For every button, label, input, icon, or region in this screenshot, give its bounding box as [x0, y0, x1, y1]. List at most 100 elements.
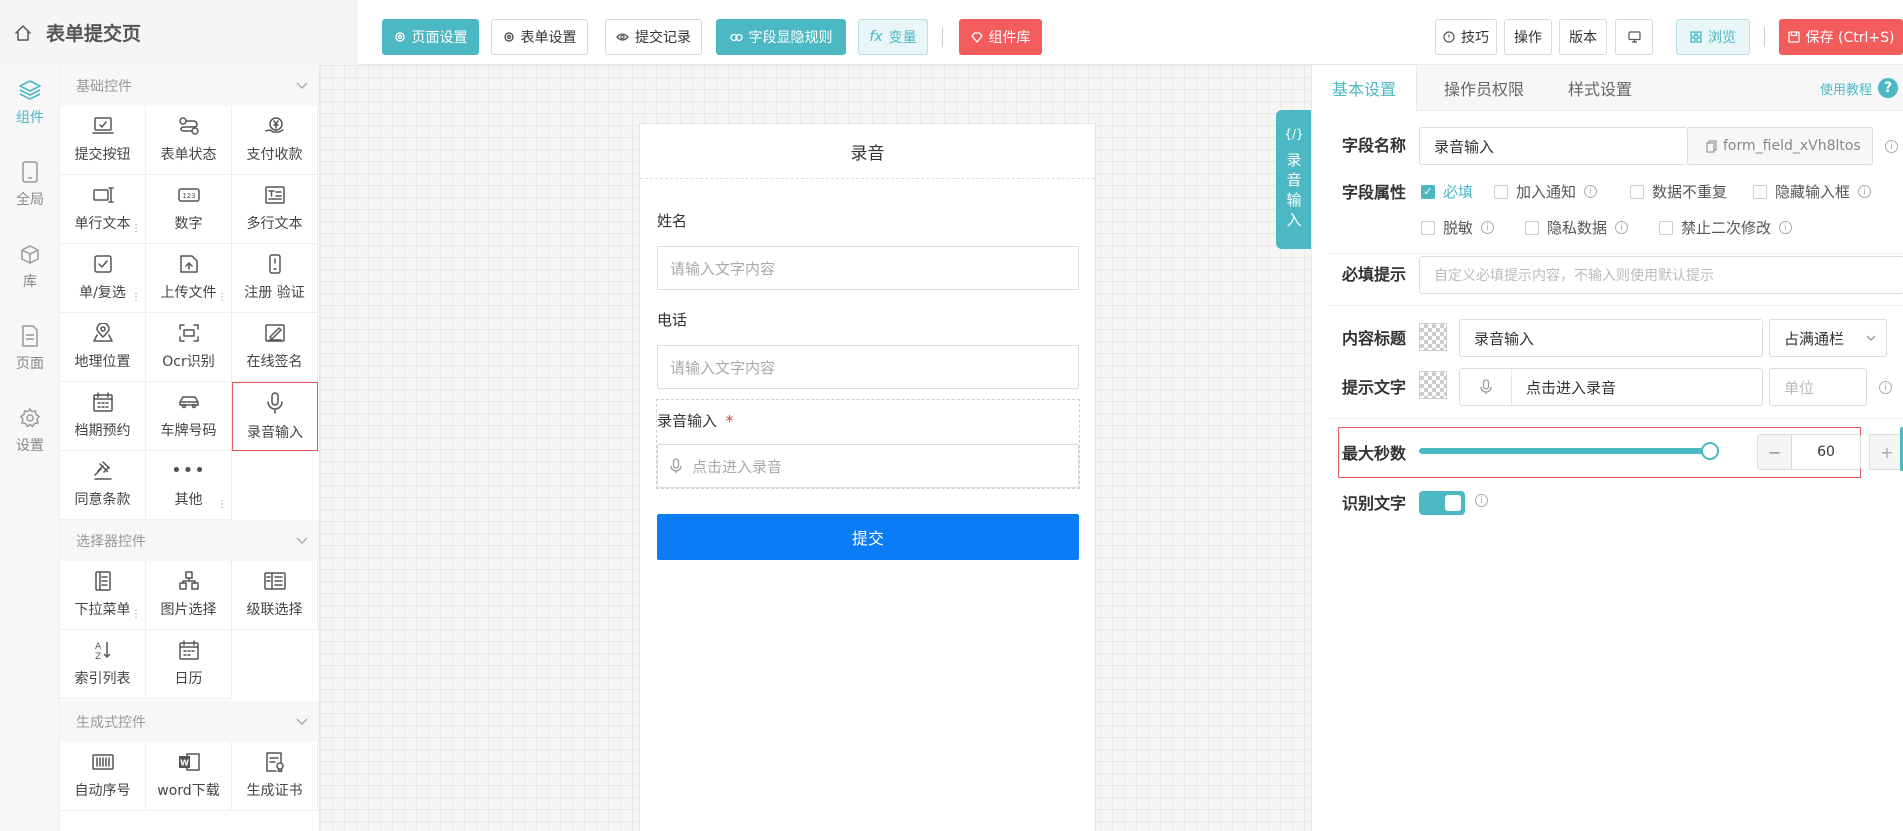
home-icon[interactable]	[14, 24, 32, 42]
box-icon	[19, 243, 41, 265]
field-rules-button[interactable]: 字段显隐规则	[716, 19, 846, 55]
color-picker[interactable]	[1419, 323, 1447, 351]
mic-icon	[1460, 369, 1512, 405]
submit-records-button[interactable]: 提交记录	[605, 19, 702, 55]
nav-item-settings[interactable]: 设置	[0, 407, 60, 477]
checkbox-no-edit[interactable]: 禁止二次修改 i	[1659, 217, 1793, 238]
plus-icon[interactable]: +	[1869, 434, 1903, 470]
section-header-basic[interactable]: 基础控件	[60, 65, 319, 106]
field-name-input[interactable]: 录音输入	[1419, 127, 1688, 165]
variables-button[interactable]: fx 变量	[858, 19, 928, 55]
palette-item-upload[interactable]: 上传文件 ⋮	[146, 244, 232, 313]
design-canvas[interactable]: 录音 姓名 请输入文字内容 电话 请输入文字内容 录音输入 * 点击进入录音 提…	[320, 65, 1312, 831]
palette-item-number[interactable]: 123 数字	[146, 175, 232, 244]
palette-item-register-verify[interactable]: 注册 验证	[232, 244, 318, 313]
info-icon[interactable]: i	[1779, 221, 1793, 234]
hint-text-input[interactable]: 点击进入录音	[1459, 368, 1763, 406]
drag-handle-icon[interactable]: ⋮	[217, 293, 227, 303]
monitor-button[interactable]	[1615, 19, 1653, 55]
max-seconds-slider[interactable]	[1419, 442, 1719, 460]
checkbox-mask[interactable]: 脱敏 i	[1421, 217, 1495, 238]
info-icon[interactable]: i	[1885, 140, 1898, 153]
voice-record-input[interactable]: 点击进入录音	[657, 444, 1079, 488]
minus-icon[interactable]: −	[1758, 435, 1792, 469]
phone-input[interactable]: 请输入文字内容	[657, 345, 1079, 389]
nav-item-library[interactable]: 库	[0, 243, 60, 313]
width-select[interactable]: 占满通栏	[1769, 319, 1887, 357]
checkbox-label: 加入通知	[1516, 183, 1577, 201]
slider-handle[interactable]	[1701, 442, 1719, 460]
palette-item-dropdown[interactable]: 下拉菜单 ⋮	[60, 561, 146, 630]
checkbox-notify[interactable]: 加入通知 i	[1494, 181, 1598, 202]
info-icon[interactable]: i	[1615, 221, 1629, 234]
nav-item-components[interactable]: 组件	[0, 79, 60, 149]
drag-handle-icon[interactable]: ⋮	[217, 500, 227, 510]
palette-item-submit-button[interactable]: 提交按钮	[60, 106, 146, 175]
palette-item-single-text[interactable]: 单行文本 ⋮	[60, 175, 146, 244]
palette-item-cascade[interactable]: 级联选择	[232, 561, 318, 630]
palette-item-license-plate[interactable]: 车牌号码	[146, 382, 232, 451]
tab-operator-permissions[interactable]: 操作员权限	[1444, 65, 1524, 111]
help-link[interactable]: 使用教程 ?	[1820, 78, 1898, 98]
tips-button[interactable]: 技巧	[1435, 19, 1497, 55]
browse-button[interactable]: 浏览	[1676, 19, 1750, 55]
save-button[interactable]: 保存 (Ctrl+S)	[1779, 19, 1903, 55]
content-title-input[interactable]: 录音输入	[1459, 319, 1763, 357]
field-id-box[interactable]: form_field_xVh8ltos	[1687, 127, 1873, 165]
form-submit-button[interactable]: 提交	[657, 514, 1079, 560]
palette-item-checkbox[interactable]: 单/复选 ⋮	[60, 244, 146, 313]
checkbox-required[interactable]: ✓ 必填	[1421, 181, 1473, 202]
palette-item-form-status[interactable]: 表单状态	[146, 106, 232, 175]
voice-label-text: 录音输入	[657, 412, 718, 430]
component-lib-button[interactable]: 组件库	[959, 19, 1042, 55]
recognize-text-toggle[interactable]	[1419, 491, 1465, 515]
info-icon[interactable]: i	[1879, 381, 1892, 394]
drag-handle-icon[interactable]: ⋮	[131, 293, 141, 303]
palette-item-image-select[interactable]: 图片选择	[146, 561, 232, 630]
palette-item-payment[interactable]: 支付收款	[232, 106, 318, 175]
info-icon[interactable]: i	[1475, 494, 1488, 507]
checkbox-private[interactable]: 隐私数据 i	[1525, 217, 1629, 238]
palette-item-word-download[interactable]: W word下载	[146, 742, 232, 811]
palette-item-ocr[interactable]: Ocr识别	[146, 313, 232, 382]
version-button[interactable]: 版本	[1559, 19, 1607, 55]
palette-item-schedule[interactable]: 档期预约	[60, 382, 146, 451]
palette-item-label: 注册 验证	[244, 285, 305, 301]
palette-item-multi-text[interactable]: 多行文本	[232, 175, 318, 244]
required-hint-input[interactable]: 自定义必填提示内容，不输入则使用默认提示	[1419, 256, 1903, 294]
palette-item-label: 表单状态	[160, 147, 217, 163]
palette-item-auto-number[interactable]: 自动序号	[60, 742, 146, 811]
info-icon[interactable]: i	[1481, 221, 1495, 234]
form-settings-button[interactable]: 表单设置	[491, 19, 588, 55]
info-icon[interactable]: i	[1584, 185, 1598, 198]
palette-item-certificate[interactable]: 生成证书	[232, 742, 318, 811]
drag-handle-icon[interactable]: ⋮	[131, 610, 141, 620]
name-input[interactable]: 请输入文字内容	[657, 246, 1079, 290]
drag-handle-icon[interactable]: ⋮	[131, 224, 141, 234]
nav-item-pages[interactable]: 页面	[0, 325, 60, 395]
section-header-selector[interactable]: 选择器控件	[60, 520, 319, 561]
nav-item-global[interactable]: 全局	[0, 161, 60, 231]
page-settings-button[interactable]: 页面设置	[382, 19, 479, 55]
palette-item-label: Ocr识别	[162, 354, 215, 370]
color-picker[interactable]	[1419, 371, 1447, 399]
palette-item-index-list[interactable]: AZ 索引列表	[60, 630, 146, 699]
checkbox-hide-input[interactable]: 隐藏输入框 i	[1753, 181, 1872, 202]
selected-field-tab[interactable]: {/} 录音输入	[1276, 110, 1312, 249]
operations-button[interactable]: 操作	[1504, 19, 1552, 55]
name-input-placeholder: 请输入文字内容	[670, 259, 776, 278]
palette-item-voice-input[interactable]: 录音输入	[232, 382, 318, 451]
checkbox-unique[interactable]: 数据不重复	[1630, 181, 1727, 202]
max-seconds-stepper[interactable]: − 60	[1757, 434, 1861, 470]
palette-item-location[interactable]: 地理位置	[60, 313, 146, 382]
palette-item-signature[interactable]: 在线签名	[232, 313, 318, 382]
unit-input[interactable]: 单位	[1769, 368, 1867, 406]
section-header-generative[interactable]: 生成式控件	[60, 701, 319, 742]
palette-item-calendar[interactable]: 日历	[146, 630, 232, 699]
palette-item-other[interactable]: ••• 其他 ⋮	[146, 451, 232, 520]
tab-basic-settings[interactable]: 基本设置	[1312, 65, 1418, 111]
tab-style-settings[interactable]: 样式设置	[1568, 65, 1632, 111]
info-icon[interactable]: i	[1858, 185, 1872, 198]
form-preview[interactable]: 录音 姓名 请输入文字内容 电话 请输入文字内容 录音输入 * 点击进入录音 提…	[639, 123, 1096, 831]
palette-item-agree-terms[interactable]: 同意条款	[60, 451, 146, 520]
